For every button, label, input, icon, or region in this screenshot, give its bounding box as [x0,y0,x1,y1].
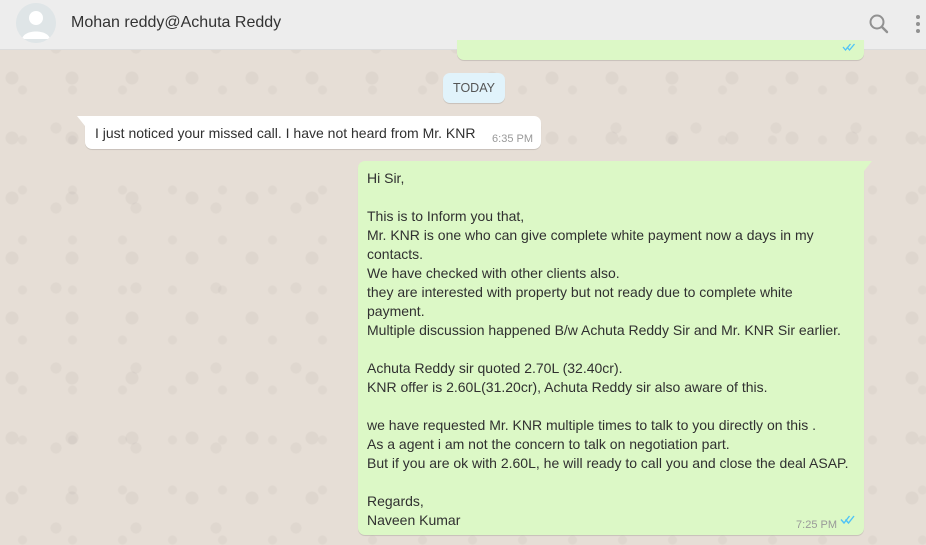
message-line [367,473,855,492]
message-line: they are interested with property but no… [367,284,793,300]
incoming-message[interactable]: I just noticed your missed call. I have … [77,116,541,149]
message-line: Achuta Reddy sir quoted 2.70L (32.40cr). [367,360,623,376]
message-line: This is to Inform you that, [367,208,525,224]
more-vertical-icon[interactable] [908,11,926,37]
contact-name[interactable]: Mohan reddy@Achuta Reddy [71,14,281,32]
message-line: payment. [367,303,425,319]
message-time: 6:35 PM [492,133,533,145]
message-line [367,397,855,416]
message-line: KNR offer is 2.60L(31.20cr), Achuta Redd… [367,379,768,395]
previous-message-bubble [457,40,864,60]
message-line: As a agent i am not the concern to talk … [367,436,730,452]
outgoing-message[interactable]: Hi Sir, This is to Inform you that, Mr. … [358,161,872,535]
message-line: Hi Sir, [367,170,405,186]
message-line [367,188,855,207]
message-line [367,340,855,359]
search-icon[interactable] [866,11,892,37]
default-avatar-icon[interactable] [16,3,56,43]
message-line: contacts. [367,246,424,262]
message-text: Hi Sir, This is to Inform you that, Mr. … [367,169,855,530]
message-line: Multiple discussion happened B/w Achuta … [367,322,841,338]
message-line: Regards, [367,493,424,509]
message-text: I just noticed your missed call. I have … [95,125,476,141]
message-line: we have requested Mr. KNR multiple times… [367,417,816,433]
message-line: But if you are ok with 2.60L, he will re… [367,455,849,471]
read-ticks-icon [842,39,856,57]
message-time: 7:25 PM [796,519,837,531]
day-separator: TODAY [443,73,505,103]
message-line: Mr. KNR is one who can give complete whi… [367,227,814,243]
message-line: We have checked with other clients also. [367,265,620,281]
message-line: Naveen Kumar [367,512,461,528]
read-ticks-icon [840,512,856,530]
